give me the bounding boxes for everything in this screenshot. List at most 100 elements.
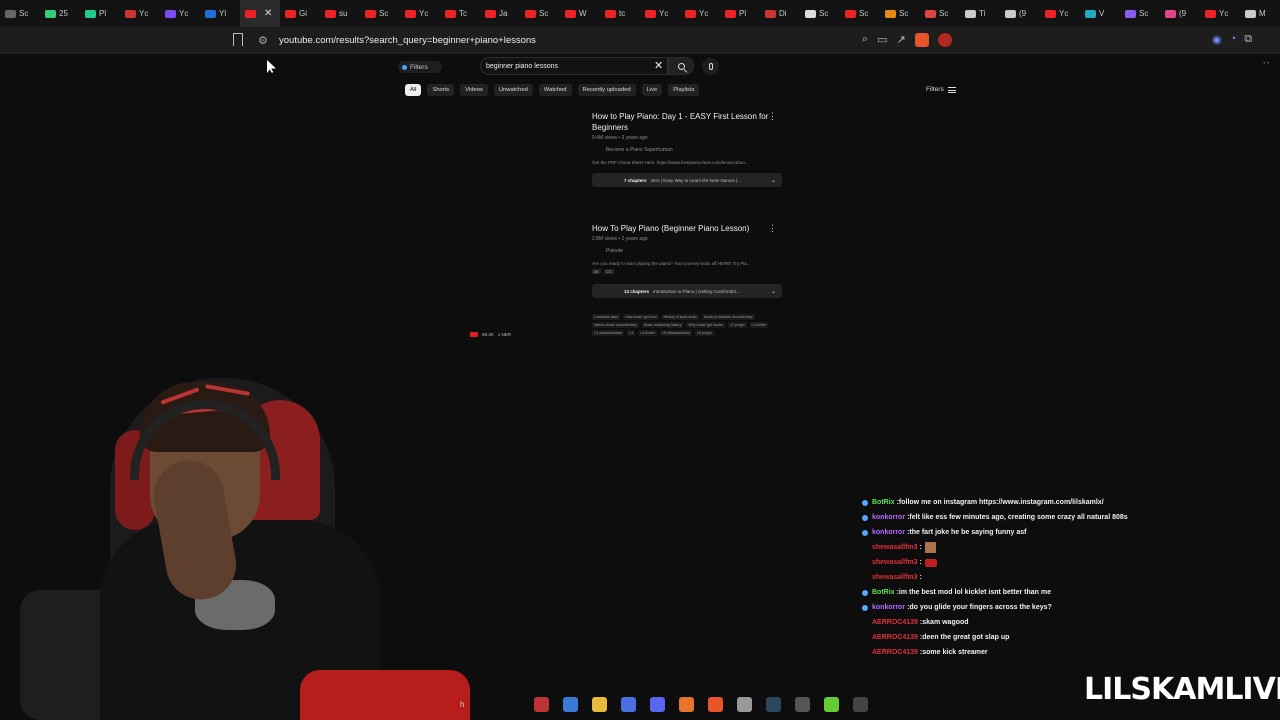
file-explorer-icon[interactable] [592, 696, 607, 712]
tag-chip[interactable]: History of loud music [661, 314, 699, 320]
audio-icon[interactable]: ◔ [1230, 33, 1237, 46]
browser-tab[interactable]: Sc [1120, 0, 1160, 27]
channel-name[interactable]: Become a Piano Superhuman [592, 147, 782, 153]
browser-tab[interactable]: Yc [680, 0, 720, 27]
browser-tab[interactable]: Sc [360, 0, 400, 27]
firefox-icon[interactable] [679, 696, 694, 712]
tag-chip[interactable]: L3 ultramaximizer [592, 330, 625, 336]
tag-chip[interactable]: L6 plugin [695, 330, 714, 336]
filters-chip-label: Filters [410, 63, 428, 71]
url-field[interactable]: youtube.com/results?search_query=beginne… [279, 35, 536, 46]
chrome-icon[interactable] [737, 696, 752, 712]
steam-icon[interactable] [766, 696, 781, 712]
browser-tab[interactable]: su [320, 0, 360, 27]
browser-tab[interactable]: (9 [1160, 0, 1200, 27]
rewards-icon[interactable] [937, 33, 952, 47]
search-button[interactable] [668, 57, 694, 75]
browser-tab[interactable]: Pl [80, 0, 120, 27]
filter-chip[interactable]: Recently uploaded [577, 84, 636, 96]
browser-tab[interactable]: Yc [1200, 0, 1240, 27]
browser-tab[interactable]: Yc [160, 0, 200, 27]
filter-chip[interactable]: Playlists [668, 84, 700, 96]
tag-chip[interactable]: Loudness wars [592, 314, 621, 320]
browser-tab[interactable]: Tc [440, 0, 480, 27]
close-tab-icon[interactable]: ✕ [264, 8, 272, 19]
filters-button[interactable]: Filters [926, 86, 956, 93]
account-icon[interactable]: ◔◔ [1262, 61, 1269, 67]
browser-tab[interactable]: Yc [640, 0, 680, 27]
video-title[interactable]: How To Play Piano (Beginner Piano Lesson… [592, 223, 782, 234]
browser-tab[interactable]: tc [600, 0, 640, 27]
browser-tab[interactable]: Sc [880, 0, 920, 27]
brave-shields-icon[interactable] [914, 33, 929, 47]
browser-tab[interactable]: Gi [280, 0, 320, 27]
zoom-icon[interactable]: ⌕ [862, 33, 868, 47]
tag-chip[interactable]: Music production documentary [701, 314, 755, 320]
chapters-bar[interactable]: 13 chapters Introduction to Piano | Gett… [592, 284, 782, 298]
clear-search-icon[interactable]: ✕ [654, 59, 663, 72]
bookmark-icon[interactable] [233, 33, 243, 46]
video-title[interactable]: How to Play Piano: Day 1 - EASY First Le… [592, 111, 782, 133]
chat-username: shewasallfm3 [872, 544, 918, 551]
browser-tab[interactable]: Ti [960, 0, 1000, 27]
copilot-icon[interactable] [563, 696, 578, 712]
tag-chip[interactable]: L4 limiter [638, 330, 657, 336]
tag-chip[interactable]: L2 limiter [749, 322, 769, 328]
tag-chip[interactable]: Music mastering history [641, 322, 684, 328]
browser-tab[interactable]: M [1240, 0, 1280, 27]
tag-chip[interactable]: L5 ultramaximizer [659, 330, 693, 336]
store-icon[interactable] [621, 696, 636, 712]
browser-tab[interactable]: ✕ [240, 0, 280, 27]
browser-tab[interactable]: 25 [40, 0, 80, 27]
more-options-icon[interactable]: ⋮ [768, 111, 777, 122]
browser-tab[interactable]: Sc [800, 0, 840, 27]
brave-icon[interactable] [708, 696, 723, 712]
chapters-bar[interactable]: 7 chapters Intro | Easy Way to Learn the… [592, 173, 782, 187]
filter-chip[interactable]: Videos [460, 84, 488, 96]
filter-chip[interactable]: Watched [538, 84, 572, 96]
bluestacks-icon[interactable] [824, 696, 839, 712]
tag-chip[interactable]: L1 plugin [727, 322, 747, 328]
extensions-icon[interactable]: ⧉ [1244, 33, 1252, 46]
browser-tab[interactable]: Sc [520, 0, 560, 27]
filter-chip[interactable]: Shorts [427, 84, 455, 96]
browser-tab[interactable]: Sc [840, 0, 880, 27]
browser-tab[interactable]: Sc [0, 0, 40, 27]
browser-tab[interactable]: Yc [400, 0, 440, 27]
flag-icon[interactable] [534, 696, 549, 712]
video-result[interactable]: How To Play Piano (Beginner Piano Lesson… [592, 223, 782, 298]
site-info-icon[interactable]: ⚙ [258, 34, 268, 47]
share-icon[interactable]: ↗ [897, 33, 906, 47]
browser-tab[interactable]: Yc [1040, 0, 1080, 27]
app-icon[interactable] [795, 696, 810, 712]
user-badge-icon [862, 529, 868, 536]
search-input[interactable]: beginner piano lessons [480, 57, 668, 75]
filter-chip[interactable]: Live [641, 84, 663, 96]
browser-tab[interactable]: Ja [480, 0, 520, 27]
taskbar-search[interactable]: h [460, 700, 520, 709]
cast-icon[interactable]: ▭ [877, 33, 887, 47]
browser-tab[interactable]: (9 [1000, 0, 1040, 27]
tag-chip[interactable]: How music got loud [623, 314, 659, 320]
favicon-icon [5, 9, 16, 18]
tag-chip[interactable]: Why music got louder [686, 322, 725, 328]
browser-tab[interactable]: Di [760, 0, 800, 27]
filters-chip[interactable]: Filters [398, 61, 442, 73]
tag-chip[interactable]: L4 [627, 330, 636, 336]
browser-tab[interactable]: Sc [920, 0, 960, 27]
browser-tab[interactable]: Yl [200, 0, 240, 27]
4k-icon[interactable] [853, 696, 868, 712]
discord-icon[interactable] [650, 696, 665, 712]
vpn-icon[interactable]: ◉ [1212, 33, 1222, 46]
voice-search-button[interactable] [702, 58, 719, 75]
channel-name[interactable]: Pianote [592, 248, 782, 254]
tag-chip[interactable]: Waves Audio documentary [592, 322, 639, 328]
browser-tab[interactable]: Yc [120, 0, 160, 27]
browser-tab[interactable]: V [1080, 0, 1120, 27]
browser-tab[interactable]: Pl [720, 0, 760, 27]
video-result[interactable]: How to Play Piano: Day 1 - EASY First Le… [592, 111, 782, 187]
more-options-icon[interactable]: ⋮ [768, 223, 777, 234]
browser-tab[interactable]: W [560, 0, 600, 27]
filter-chip[interactable]: Unwatched [493, 84, 533, 96]
filter-chip[interactable]: All [405, 84, 422, 96]
